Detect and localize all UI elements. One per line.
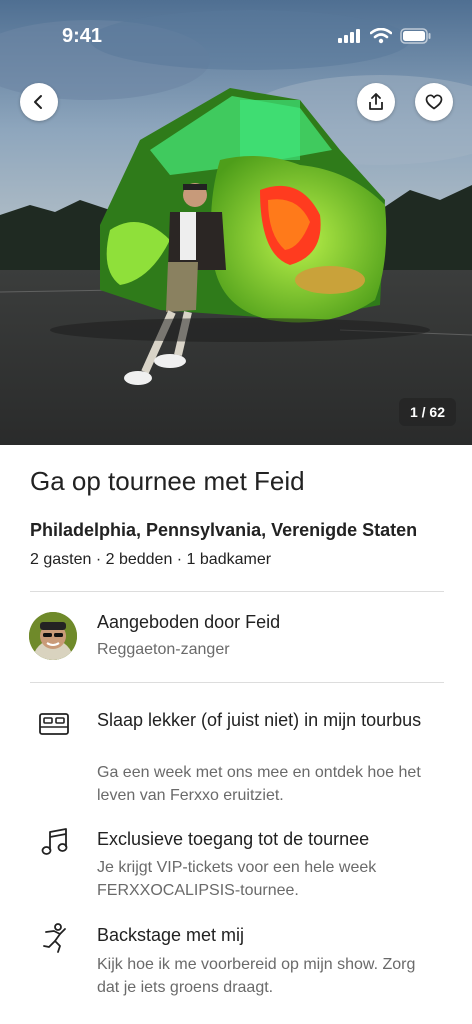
favorite-button[interactable]: [415, 83, 453, 121]
back-button[interactable]: [20, 83, 58, 121]
listing-details: 2 gasten · 2 bedden · 1 badkamer: [30, 551, 272, 568]
share-icon: [369, 93, 383, 110]
feature-title: Slaap lekker (of juist niet) in mijn tou…: [97, 710, 422, 730]
listing-screen: 1 / 62 9:41 Ga op tournee met Feid Phila…: [0, 0, 472, 1024]
feature-title: Exclusieve toegang tot de tournee: [97, 829, 370, 849]
wifi-icon: [370, 28, 392, 44]
share-button[interactable]: [357, 83, 395, 121]
divider: [30, 682, 444, 683]
music-note-icon: [41, 828, 68, 855]
status-time: 9:41: [62, 25, 103, 47]
photo-counter: 1 / 62: [398, 398, 456, 426]
listing-title: Ga op tournee met Feid: [30, 466, 305, 496]
host-avatar[interactable]: [29, 612, 77, 660]
signal-icon: [338, 29, 360, 43]
feature-title: Backstage met mij: [97, 925, 245, 945]
host-subtitle: Reggaeton-zanger: [97, 641, 230, 658]
heart-icon: [425, 94, 443, 110]
listing-location: Philadelphia, Pennsylvania, Verenigde St…: [30, 520, 418, 540]
chevron-left-icon: [34, 95, 42, 109]
feature-description: Ga een week met ons mee en ontdek hoe he…: [97, 764, 421, 804]
battery-icon: [400, 28, 431, 44]
bed-icon: [39, 713, 69, 735]
status-icons: [338, 28, 432, 44]
avatar-icon: [29, 612, 77, 660]
feature-description: Kijk hoe ik me voorbereid op mijn show. …: [97, 956, 416, 996]
status-bar: 9:41: [0, 0, 472, 70]
divider: [30, 591, 444, 592]
feature-description: Je krijgt VIP-tickets voor een hele week…: [97, 859, 377, 899]
dancer-icon: [43, 923, 66, 953]
host-title: Aangeboden door Feid: [97, 612, 281, 632]
